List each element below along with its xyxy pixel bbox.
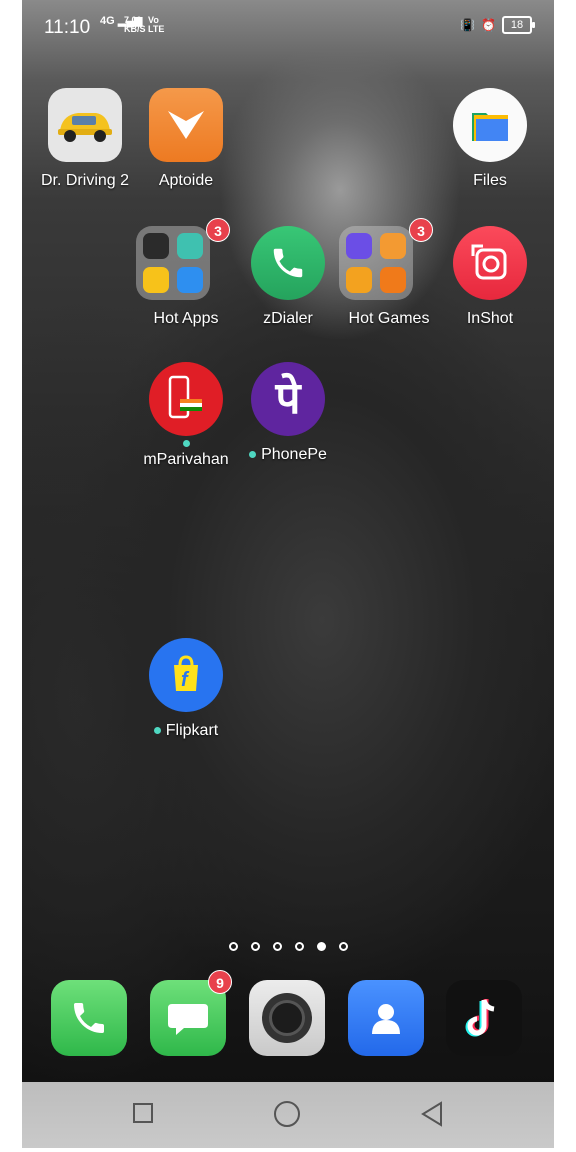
mparivahan-icon [149, 362, 223, 436]
hot-games-folder-icon [339, 226, 413, 300]
home-screen: 11:10 4G ▂▄▆ 7.00 KB/S Vo LTE 📳 ⏰ 18 Dr. D… [22, 0, 554, 1148]
page-dot-6[interactable] [338, 942, 348, 951]
page-dot-3[interactable] [272, 942, 282, 951]
app-dr-driving-2[interactable]: Dr. Driving 2 [35, 88, 135, 190]
notification-badge: 3 [409, 218, 433, 242]
files-icon [453, 88, 527, 162]
app-mparivahan[interactable]: mParivahan [136, 362, 236, 469]
back-button[interactable] [420, 1101, 444, 1132]
app-label: Hot Apps [153, 310, 219, 327]
contacts-icon[interactable] [348, 980, 424, 1056]
page-indicator[interactable] [22, 942, 554, 951]
status-right-icons: 📳 ⏰ 18 [460, 16, 535, 34]
flipkart-icon: f [149, 638, 223, 712]
folder-hot-games[interactable]: 3 Hot Games [339, 218, 439, 328]
aptoide-icon [149, 88, 223, 162]
app-label: InShot [466, 310, 514, 327]
app-files[interactable]: Files [440, 88, 540, 190]
page-dot-1[interactable] [228, 942, 238, 951]
app-phonepe[interactable]: पे PhonePe [238, 362, 338, 464]
app-label: Dr. Driving 2 [40, 172, 130, 189]
app-label: PhonePe [238, 446, 338, 464]
dr-driving-2-icon [48, 88, 122, 162]
tiktok-icon[interactable] [446, 980, 522, 1056]
new-app-dot [249, 451, 257, 459]
app-zdialer[interactable]: zDialer [238, 226, 338, 328]
app-flipkart[interactable]: f Flipkart [136, 638, 236, 740]
recents-button[interactable] [133, 1103, 153, 1123]
battery-indicator: 18 [502, 16, 535, 34]
data-rate: 7.00 KB/S [124, 15, 146, 34]
page-dot-5-active[interactable] [316, 942, 326, 951]
app-label: Aptoide [158, 172, 214, 189]
app-aptoide[interactable]: Aptoide [136, 88, 236, 190]
status-bar: 11:10 4G ▂▄▆ 7.00 KB/S Vo LTE 📳 ⏰ 18 [22, 0, 554, 56]
hot-apps-folder-icon [136, 226, 210, 300]
messages-icon[interactable]: 9 [150, 970, 232, 1056]
vibrate-icon: 📳 [460, 18, 476, 32]
dock: 9 [22, 970, 554, 1056]
phonepe-icon: पे [251, 362, 325, 436]
app-label: mParivahan [136, 440, 236, 469]
home-button[interactable] [274, 1101, 300, 1127]
app-inshot[interactable]: InShot [440, 226, 540, 328]
zdialer-phone-icon [251, 226, 325, 300]
new-app-dot [153, 727, 161, 735]
notification-badge: 3 [206, 218, 230, 242]
inshot-icon [453, 226, 527, 300]
page-dot-4[interactable] [294, 942, 304, 951]
app-label: Hot Games [348, 310, 430, 327]
new-app-dot [182, 440, 190, 447]
volte-indicator: Vo LTE [148, 15, 165, 34]
notification-badge: 9 [208, 970, 232, 994]
alarm-icon: ⏰ [481, 18, 496, 32]
status-time: 11:10 [44, 17, 91, 38]
app-label: Flipkart [136, 722, 236, 740]
app-label: zDialer [263, 310, 313, 327]
phone-icon[interactable] [51, 980, 127, 1056]
camera-icon[interactable] [249, 980, 325, 1056]
folder-hot-apps[interactable]: 3 Hot Apps [136, 218, 236, 328]
app-label: Files [473, 172, 507, 189]
navigation-bar [22, 1082, 554, 1148]
page-dot-2[interactable] [250, 942, 260, 951]
